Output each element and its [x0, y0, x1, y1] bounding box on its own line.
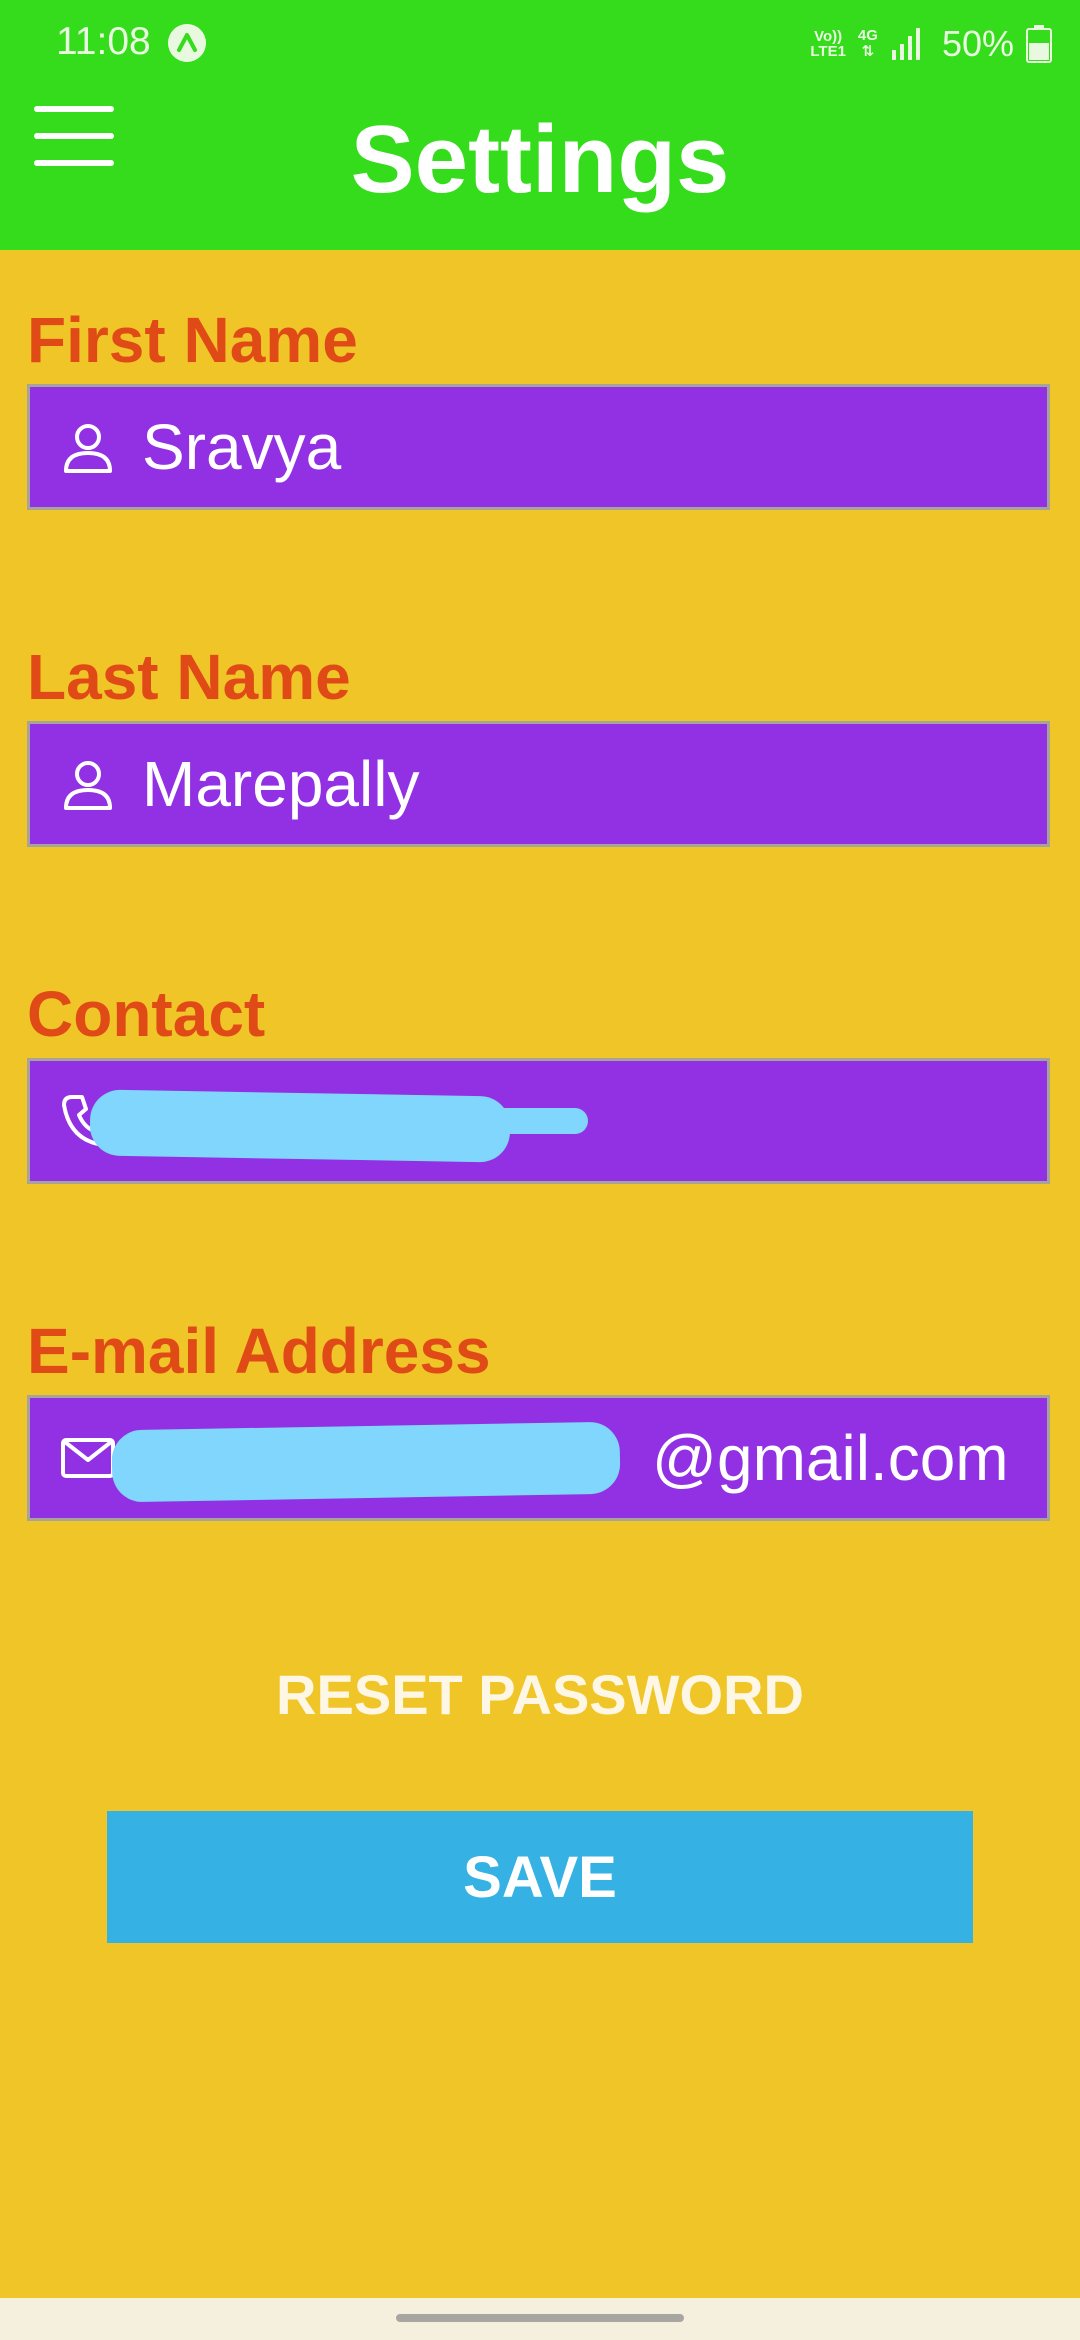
email-value-suffix: @gmail.com	[652, 1422, 1009, 1494]
signal-icon	[891, 28, 920, 60]
network-4g-indicator: 4G ⇅	[857, 27, 878, 60]
status-time: 11:08	[56, 20, 151, 63]
save-button[interactable]: SAVE	[107, 1811, 973, 1943]
app-notification-icon	[168, 24, 206, 62]
battery-icon	[1026, 25, 1052, 63]
contact-redaction	[89, 1089, 511, 1163]
system-nav-bar	[0, 2298, 1080, 2340]
page-title: Settings	[350, 106, 730, 213]
home-gesture-handle[interactable]	[396, 2314, 684, 2322]
battery-percent: 50%	[941, 23, 1014, 64]
first-name-value: Sravya	[142, 411, 342, 483]
app-bar: 11:08 Vo)) LTE1 4G ⇅ 50% Settings	[0, 0, 1080, 250]
email-label: E-mail Address	[27, 1315, 491, 1387]
last-name-label: Last Name	[27, 641, 351, 713]
status-icons: Vo)) LTE1 4G ⇅ 50%	[810, 18, 1052, 70]
mail-icon	[61, 1438, 115, 1478]
volte-indicator: Vo)) LTE1	[810, 28, 846, 60]
reset-password-button[interactable]: RESET PASSWORD	[0, 1662, 1080, 1727]
last-name-value: Marepally	[142, 748, 420, 820]
person-icon	[64, 761, 112, 810]
contact-redaction-tail	[470, 1108, 588, 1134]
person-icon	[64, 424, 112, 473]
email-redaction	[111, 1421, 621, 1503]
contact-label: Contact	[27, 978, 266, 1050]
first-name-field[interactable]: Sravya	[27, 384, 1050, 510]
first-name-label: First Name	[27, 304, 358, 376]
last-name-field[interactable]: Marepally	[27, 721, 1050, 847]
